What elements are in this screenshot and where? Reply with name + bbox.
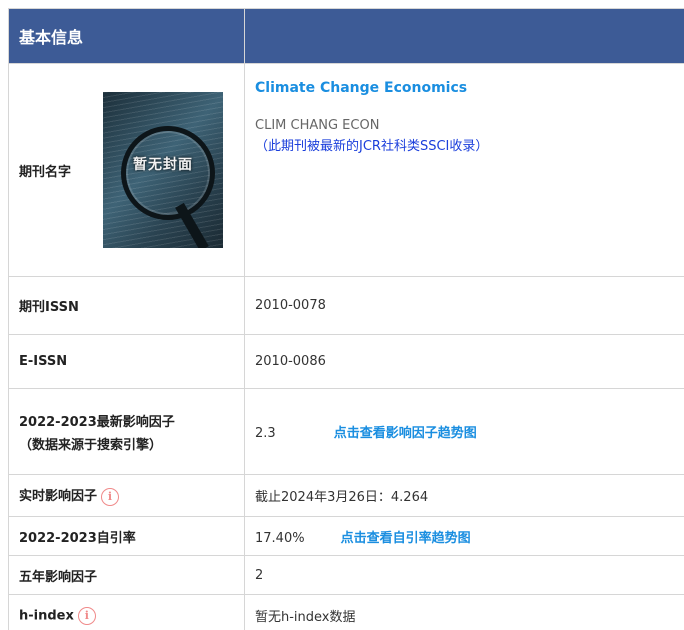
impact-factor-label: 2022-2023最新影响因子 （数据来源于搜索引擎） <box>8 388 245 475</box>
issn-value: 2010-0078 <box>244 276 684 335</box>
cover-placeholder-text: 暂无封面 <box>133 157 193 173</box>
realtime-if-row: 实时影响因子 i 截止2024年3月26日：4.264 <box>8 474 684 517</box>
self-cite-trend-link[interactable]: 点击查看自引率趋势图 <box>341 531 471 546</box>
header-filler <box>244 8 684 64</box>
self-cite-label: 2022-2023自引率 <box>8 516 245 556</box>
eissn-value: 2010-0086 <box>244 334 684 389</box>
realtime-if-value: 截止2024年3月26日：4.264 <box>244 474 684 517</box>
impact-factor-cell: 2.3 点击查看影响因子趋势图 <box>244 388 684 475</box>
five-year-if-row: 五年影响因子 2 <box>8 555 684 595</box>
impact-factor-trend-link[interactable]: 点击查看影响因子趋势图 <box>334 426 477 441</box>
journal-full-name[interactable]: Climate Change Economics <box>255 80 684 96</box>
self-cite-cell: 17.40% 点击查看自引率趋势图 <box>244 516 684 556</box>
journal-name-label: 期刊名字 暂无封面 <box>8 63 245 277</box>
journal-name-cell: Climate Change Economics CLIM CHANG ECON… <box>244 63 684 277</box>
journal-abbreviation: CLIM CHANG ECON <box>255 118 380 133</box>
impact-factor-label-line2: （数据来源于搜索引擎） <box>19 437 163 453</box>
h-index-label: h-index i <box>8 594 245 630</box>
realtime-if-label: 实时影响因子 i <box>8 474 245 517</box>
journal-name-label-text: 期刊名字 <box>19 164 72 180</box>
impact-factor-value: 2.3 <box>255 426 276 441</box>
eissn-label: E-ISSN <box>8 334 245 389</box>
h-index-value: 暂无h-index数据 <box>244 594 684 630</box>
journal-cover-image: 暂无封面 <box>103 92 223 248</box>
issn-label: 期刊ISSN <box>8 276 245 335</box>
self-cite-value: 17.40% <box>255 530 305 546</box>
journal-name-row: 期刊名字 暂无封面 Climate Change Economics CLIM … <box>8 63 684 277</box>
five-year-if-value: 2 <box>244 555 684 595</box>
issn-row: 期刊ISSN 2010-0078 <box>8 276 684 335</box>
h-index-row: h-index i 暂无h-index数据 <box>8 594 684 630</box>
impact-factor-label-line1: 2022-2023最新影响因子 <box>19 414 175 430</box>
impact-factor-row: 2022-2023最新影响因子 （数据来源于搜索引擎） 2.3 点击查看影响因子趋… <box>8 388 684 475</box>
five-year-if-label: 五年影响因子 <box>8 555 245 595</box>
info-circle-icon[interactable]: i <box>77 606 96 625</box>
self-cite-row: 2022-2023自引率 17.40% 点击查看自引率趋势图 <box>8 516 684 556</box>
basic-info-panel: 基本信息 期刊名字 暂无封面 Climate Change Economics … <box>0 0 684 630</box>
eissn-row: E-ISSN 2010-0086 <box>8 334 684 389</box>
h-index-label-text: h-index <box>19 608 74 623</box>
basic-info-table: 基本信息 期刊名字 暂无封面 Climate Change Economics … <box>8 8 684 630</box>
jcr-note: （此期刊被最新的JCR社科类SSCI收录） <box>255 139 489 154</box>
header-row: 基本信息 <box>8 8 684 64</box>
realtime-if-label-text: 实时影响因子 <box>19 489 98 505</box>
info-circle-icon[interactable]: i <box>101 487 120 506</box>
section-title: 基本信息 <box>8 8 245 64</box>
